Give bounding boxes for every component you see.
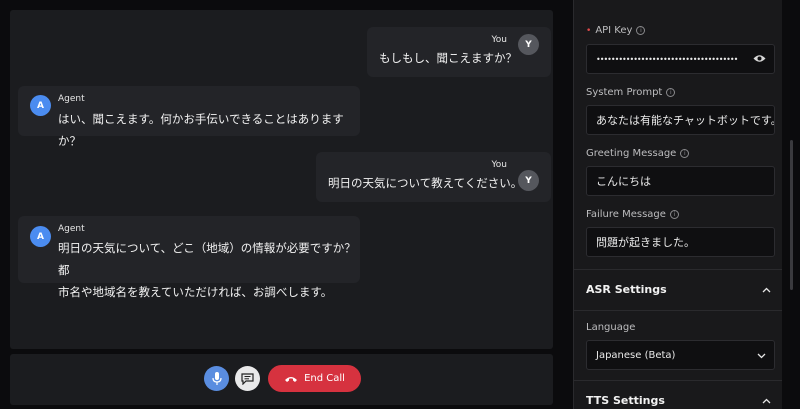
info-icon: i xyxy=(680,149,690,158)
info-icon: i xyxy=(669,210,679,219)
message-text: 明日の天気について教えてください。 xyxy=(328,176,523,190)
section-divider xyxy=(574,310,782,311)
settings-panel: • API Key i ••••••••••••••••••••••••••••… xyxy=(573,0,782,409)
greeting-message-input[interactable]: こんにちは xyxy=(586,166,775,196)
agent-avatar: A xyxy=(30,226,51,247)
failure-message-label: Failure Message i xyxy=(586,209,679,220)
end-call-button[interactable]: End Call xyxy=(268,365,361,392)
user-avatar: Y xyxy=(518,170,539,191)
system-prompt-label: System Prompt i xyxy=(586,87,676,98)
tts-settings-header[interactable]: TTS Settings xyxy=(574,380,782,409)
agent-avatar: A xyxy=(30,95,51,116)
message-user: You もしもし、聞こえますか？ Y xyxy=(367,27,551,77)
message-text: もしもし、聞こえますか？ xyxy=(379,51,517,65)
message-sender: You xyxy=(491,160,507,170)
chat-toggle-button[interactable] xyxy=(235,366,260,391)
info-icon: i xyxy=(636,26,646,35)
chevron-up-icon xyxy=(762,287,771,292)
end-call-label: End Call xyxy=(304,373,345,384)
call-controls: End Call xyxy=(10,354,553,405)
chat-bubble-icon xyxy=(241,372,254,385)
message-sender: Agent xyxy=(58,224,85,234)
chevron-up-icon xyxy=(762,398,771,403)
failure-message-input[interactable]: 問題が起きました。 xyxy=(586,227,775,257)
scrollbar-thumb[interactable] xyxy=(790,140,793,290)
asr-settings-header[interactable]: ASR Settings xyxy=(574,269,782,309)
greeting-message-label: Greeting Message i xyxy=(586,148,690,159)
required-indicator: • xyxy=(586,25,592,36)
message-text: 明日の天気について、どこ（地域）の情報が必要ですか？ 都 市名や地域名を教えてい… xyxy=(58,241,356,299)
message-sender: You xyxy=(491,35,507,45)
user-avatar: Y xyxy=(518,34,539,55)
message-agent: A Agent はい、聞こえます。何かお手伝いできることはありますか？ xyxy=(18,86,360,148)
message-user: You 明日の天気について教えてください。 Y xyxy=(316,152,551,202)
chevron-down-icon xyxy=(757,353,766,359)
message-sender: Agent xyxy=(58,94,85,104)
language-label: Language xyxy=(586,322,636,333)
chat-panel: You もしもし、聞こえますか？ Y A Agent はい、聞こえます。何かお手… xyxy=(10,10,553,405)
info-icon: i xyxy=(666,88,676,97)
settings-scrollbar[interactable] xyxy=(784,0,800,409)
language-select[interactable]: Japanese (Beta) xyxy=(586,340,775,370)
message-agent: A Agent 明日の天気について、どこ（地域）の情報が必要ですか？ 都 市名や… xyxy=(18,216,360,299)
api-key-input[interactable]: •••••••••••••••••••••••••••••••••••••• xyxy=(586,44,775,74)
api-key-label: • API Key i xyxy=(586,25,646,36)
phone-hangup-icon xyxy=(285,376,298,382)
eye-icon[interactable] xyxy=(753,54,766,63)
message-text: はい、聞こえます。何かお手伝いできることはありますか？ xyxy=(58,112,344,148)
system-prompt-input[interactable]: あなたは有能なチャットボットです。 xyxy=(586,105,775,135)
chat-transcript[interactable]: You もしもし、聞こえますか？ Y A Agent はい、聞こえます。何かお手… xyxy=(10,10,553,349)
microphone-button[interactable] xyxy=(204,366,229,391)
microphone-icon xyxy=(211,372,222,385)
